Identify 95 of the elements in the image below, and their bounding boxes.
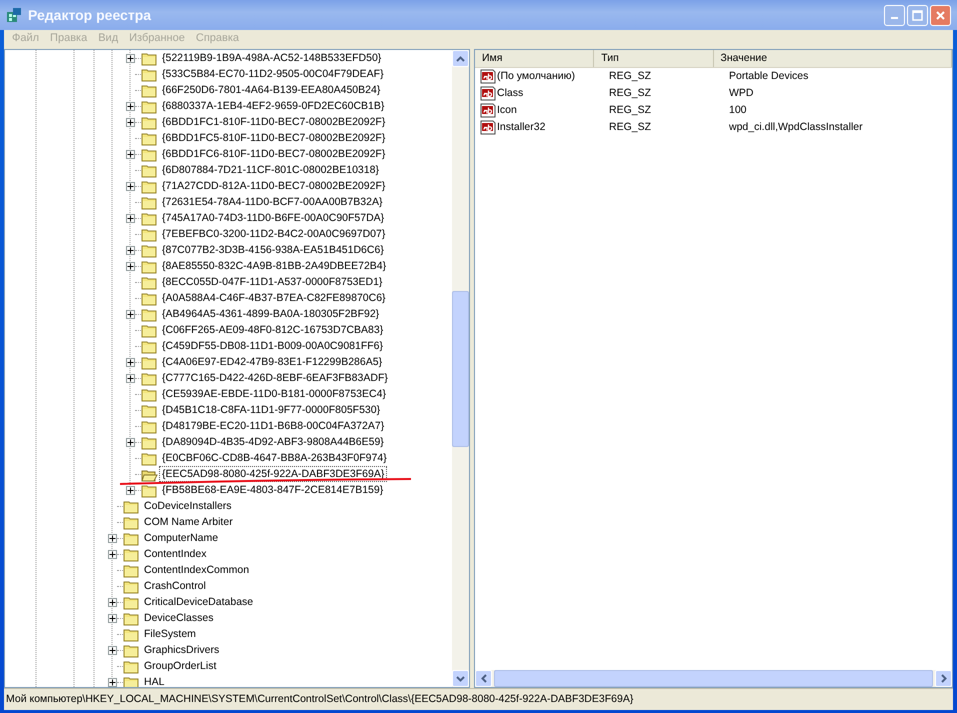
tree-item[interactable]: FileSystem	[142, 627, 198, 641]
tree-item[interactable]: CoDeviceInstallers	[142, 499, 234, 513]
expand-button[interactable]	[126, 54, 135, 62]
scrollbar-thumb[interactable]	[494, 670, 933, 687]
column-header[interactable]: Тип	[594, 50, 714, 67]
tree-item[interactable]: {6880337A-1EB4-4EF2-9659-0FD2EC60CB1B}	[160, 99, 386, 113]
value-type: REG_SZ	[608, 102, 652, 118]
tree-item[interactable]: {745A17A0-74D3-11D0-B6FE-00A0C90F57DA}	[160, 211, 386, 225]
chevron-right-icon	[940, 674, 946, 683]
tree-item[interactable]: {6D807884-7D21-11CF-801C-08002BE10318}	[160, 163, 381, 177]
tree-item[interactable]: {C459DF55-DB08-11D1-B009-00A0C9081FF6}	[160, 339, 386, 353]
scroll-up-button[interactable]	[452, 50, 469, 67]
tree-item[interactable]: {CE5939AE-EBDE-11D0-B181-0000F8753EC4}	[160, 387, 388, 401]
tree-item[interactable]: {522119B9-1B9A-498A-AC52-148B533EFD50}	[160, 51, 384, 65]
expand-button[interactable]	[126, 358, 135, 366]
expand-button[interactable]	[126, 486, 135, 494]
tree-item[interactable]: {A0A588A4-C46F-4B37-B7EA-C82FE89870C6}	[160, 291, 388, 305]
tree-item[interactable]: {C4A06E97-ED42-47B9-83E1-F12299B286A5}	[160, 355, 384, 369]
tree-item[interactable]: {EEC5AD98-8080-425f-922A-DABF3DE3F69A}	[160, 467, 386, 481]
tree-item[interactable]: {FB58BE68-EA9E-4803-847F-2CE814E7B159}	[160, 483, 386, 497]
expand-button[interactable]	[126, 102, 135, 110]
expand-button[interactable]	[126, 310, 135, 318]
value-data: wpd_ci.dll,WpdClassInstaller	[728, 120, 863, 135]
expand-button[interactable]	[108, 646, 117, 654]
tree-item[interactable]: CriticalDeviceDatabase	[142, 595, 256, 609]
string-value-icon	[480, 103, 496, 118]
string-value-icon	[480, 120, 496, 135]
maximize-icon	[912, 10, 923, 20]
tree-item[interactable]: {E0CBF06C-CD8B-4647-BB8A-263B43F0F974}	[160, 451, 389, 465]
tree-item[interactable]: {AB4964A5-4361-4899-BA0A-180305F2BF92}	[160, 307, 382, 321]
expand-button[interactable]	[126, 262, 135, 270]
expand-button[interactable]	[108, 614, 117, 622]
tree-item[interactable]: {66F250D6-7801-4A64-B139-EEA80A450B24}	[160, 83, 382, 97]
scroll-down-button[interactable]	[452, 670, 469, 687]
value-type: REG_SZ	[608, 68, 652, 84]
window-title: Редактор реестра	[28, 6, 152, 25]
tree-item[interactable]: {DA89094D-4B35-4D92-ABF3-9808A44B6E59}	[160, 435, 386, 449]
expand-button[interactable]	[126, 150, 135, 158]
expand-button[interactable]	[126, 182, 135, 190]
chevron-left-icon	[480, 674, 486, 683]
close-button[interactable]	[930, 4, 951, 26]
value-data: Portable Devices	[728, 68, 808, 84]
value-data: 100	[728, 102, 747, 118]
tree-item[interactable]: {7EBEFBC0-3200-11D2-B4C2-00A0C9697D07}	[160, 227, 388, 241]
tree-item[interactable]: {C777C165-D422-426D-8EBF-6EAF3FB83ADF}	[160, 371, 390, 385]
value-type: REG_SZ	[608, 120, 652, 135]
status-bar-path: Мой компьютер\HKEY_LOCAL_MACHINE\SYSTEM\CurrentControlSet\Control\Class\{EEC5AD98-8080-425f-922A-DABF3DE3F69A}	[6, 692, 634, 707]
expand-button[interactable]	[108, 534, 117, 542]
expand-button[interactable]	[126, 118, 135, 126]
tree-item[interactable]: {6BDD1FC6-810F-11D0-BEC7-08002BE2092F}	[160, 147, 388, 161]
tree-item[interactable]: GroupOrderList	[142, 659, 218, 673]
expand-button[interactable]	[126, 246, 135, 254]
tree-item[interactable]: DeviceClasses	[142, 611, 216, 625]
scroll-left-button[interactable]	[475, 670, 492, 687]
value-name[interactable]: Class	[496, 86, 602, 102]
tree-item[interactable]: HAL	[142, 675, 166, 687]
expand-button[interactable]	[126, 374, 135, 382]
tree-item[interactable]: {6BDD1FC1-810F-11D0-BEC7-08002BE2092F}	[160, 115, 388, 129]
minimize-icon	[891, 17, 898, 19]
value-type: REG_SZ	[608, 86, 652, 101]
tree-item[interactable]: ContentIndex	[142, 547, 208, 561]
chevron-up-icon	[456, 56, 465, 62]
expand-button[interactable]	[108, 598, 117, 606]
tree-item[interactable]: CrashControl	[142, 579, 208, 593]
expand-button[interactable]	[108, 550, 117, 558]
tree-item[interactable]: {71A27CDD-812A-11D0-BEC7-08002BE2092F}	[160, 179, 388, 193]
chevron-down-icon	[456, 676, 465, 682]
tree-item[interactable]: ComputerName	[142, 531, 220, 545]
tree-item[interactable]: COM Name Arbiter	[142, 515, 235, 529]
column-header[interactable]: Значение	[714, 50, 952, 67]
string-value-icon	[480, 69, 496, 84]
registry-editor-icon	[6, 7, 22, 23]
tree-item[interactable]: {6BDD1FC5-810F-11D0-BEC7-08002BE2092F}	[160, 131, 388, 145]
scroll-right-button[interactable]	[935, 670, 952, 687]
column-header[interactable]: Имя	[475, 50, 594, 67]
value-name[interactable]: (По умолчанию)	[496, 68, 602, 84]
tree-item[interactable]: {72631E54-78A4-11D0-BCF7-00AA00B7B32A}	[160, 195, 384, 209]
tree-item[interactable]: {C06FF265-AE09-48F0-812C-16753D7CBA83}	[160, 323, 386, 337]
tree-item[interactable]: {D48179BE-EC20-11D1-B6B8-00C04FA372A7}	[160, 419, 386, 433]
scrollbar-thumb[interactable]	[452, 291, 469, 447]
expand-button[interactable]	[108, 678, 117, 686]
tree-item[interactable]: ContentIndexCommon	[142, 563, 252, 577]
tree-item[interactable]: {533C5B84-EC70-11D2-9505-00C04F79DEAF}	[160, 67, 386, 81]
value-name[interactable]: Installer32	[496, 120, 602, 136]
value-name[interactable]: Icon	[496, 102, 602, 118]
tree-item[interactable]: {87C077B2-3D3B-4156-938A-EA51B451D6C6}	[160, 243, 386, 257]
string-value-icon	[480, 86, 496, 101]
tree-item[interactable]: {8ECC055D-047F-11D1-A537-0000F8753ED1}	[160, 275, 384, 289]
tree-item[interactable]: {D45B1C18-C8FA-11D1-9F77-0000F805F530}	[160, 403, 382, 417]
value-data: WPD	[728, 86, 754, 101]
expand-button[interactable]	[126, 438, 135, 446]
close-icon	[935, 10, 946, 20]
tree-item[interactable]: {8AE85550-832C-4A9B-81BB-2A49DBEE72B4}	[160, 259, 388, 273]
expand-button[interactable]	[126, 214, 135, 222]
tree-item[interactable]: GraphicsDrivers	[142, 643, 222, 657]
